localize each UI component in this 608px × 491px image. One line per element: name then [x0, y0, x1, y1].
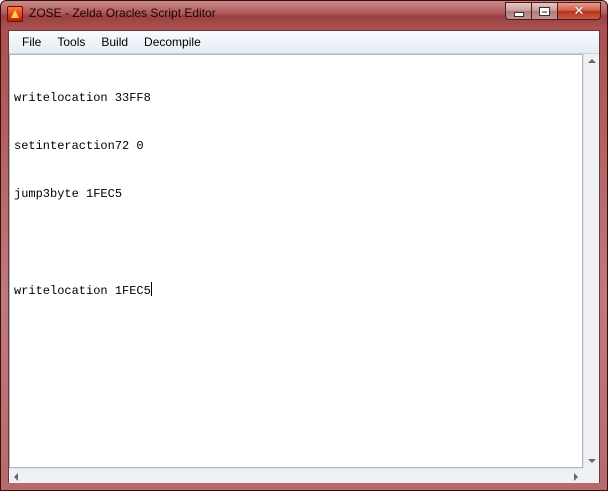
text-caret — [150, 282, 152, 296]
horizontal-scrollbar[interactable] — [9, 468, 583, 483]
title-bar[interactable]: ZOSE - Zelda Oracles Script Editor ✕ — [1, 1, 607, 28]
code-line: writelocation 33FF8 — [14, 91, 151, 105]
code-line: writelocation 1FEC5 — [14, 282, 152, 298]
minimize-icon — [513, 11, 524, 17]
code-line: setinteraction72 0 — [14, 139, 144, 153]
maximize-button[interactable] — [531, 2, 557, 20]
menu-tools[interactable]: Tools — [49, 31, 93, 53]
close-icon: ✕ — [573, 3, 585, 19]
vertical-scrollbar[interactable] — [583, 54, 599, 468]
scroll-down-arrow-icon[interactable] — [588, 459, 596, 463]
minimize-button[interactable] — [505, 2, 531, 20]
close-button[interactable]: ✕ — [557, 2, 601, 20]
scrollbar-corner — [583, 468, 599, 483]
code-text: writelocation 33FF8 setinteraction72 0 j… — [14, 58, 152, 330]
menu-file[interactable]: File — [9, 31, 49, 53]
app-window: ZOSE - Zelda Oracles Script Editor ✕ Fil… — [0, 0, 608, 491]
maximize-icon — [539, 6, 550, 16]
script-editor[interactable]: writelocation 33FF8 setinteraction72 0 j… — [9, 54, 583, 468]
menu-bar: File Tools Build Decompile — [9, 31, 599, 54]
scroll-up-arrow-icon[interactable] — [588, 59, 596, 63]
client-area: File Tools Build Decompile writelocation… — [8, 30, 600, 483]
window-title: ZOSE - Zelda Oracles Script Editor — [29, 6, 216, 20]
scroll-left-arrow-icon[interactable] — [14, 473, 18, 481]
app-icon[interactable] — [7, 6, 23, 22]
caption-buttons: ✕ — [505, 2, 601, 20]
code-line: jump3byte 1FEC5 — [14, 187, 123, 201]
menu-decompile[interactable]: Decompile — [136, 31, 209, 53]
menu-build[interactable]: Build — [93, 31, 136, 53]
scroll-right-arrow-icon[interactable] — [574, 473, 578, 481]
